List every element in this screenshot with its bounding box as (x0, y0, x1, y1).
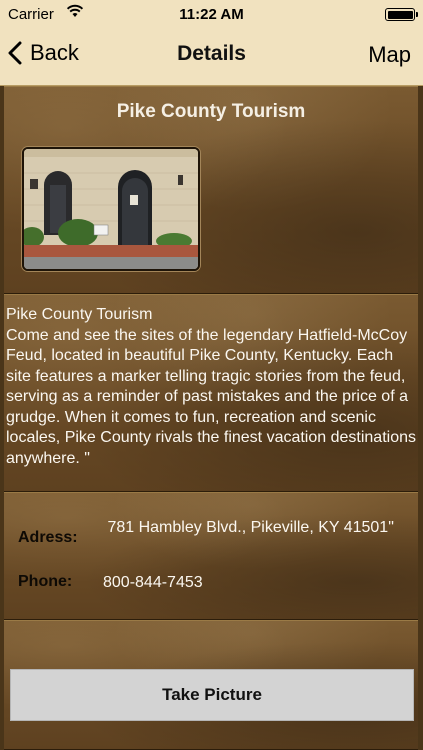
status-bar: Carrier 11:22 AM (0, 0, 423, 30)
map-button[interactable]: Map (368, 42, 411, 68)
phone-label: Phone: (18, 573, 73, 590)
address-value[interactable]: 781 Hambley Blvd., Pikeville, KY 41501" (103, 517, 403, 538)
address-label: Adress: (18, 529, 78, 546)
description-panel: Pike County Tourism Come and see the sit… (4, 294, 418, 492)
take-picture-button[interactable]: Take Picture (10, 669, 414, 721)
battery-icon (385, 8, 418, 21)
contact-panel: Adress: 781 Hambley Blvd., Pikeville, KY… (4, 492, 418, 620)
phone-value[interactable]: 800-844-7453 (103, 572, 203, 593)
battery-fill (387, 10, 413, 19)
navigation-bar: Back Details Map (0, 30, 423, 86)
header-panel: Pike County Tourism (4, 86, 418, 294)
page-title: Details (177, 42, 246, 65)
status-time: 11:22 AM (179, 6, 244, 23)
place-title: Pike County Tourism (116, 101, 306, 122)
place-description: Pike County Tourism Come and see the sit… (6, 306, 416, 467)
place-photo[interactable] (22, 147, 200, 271)
